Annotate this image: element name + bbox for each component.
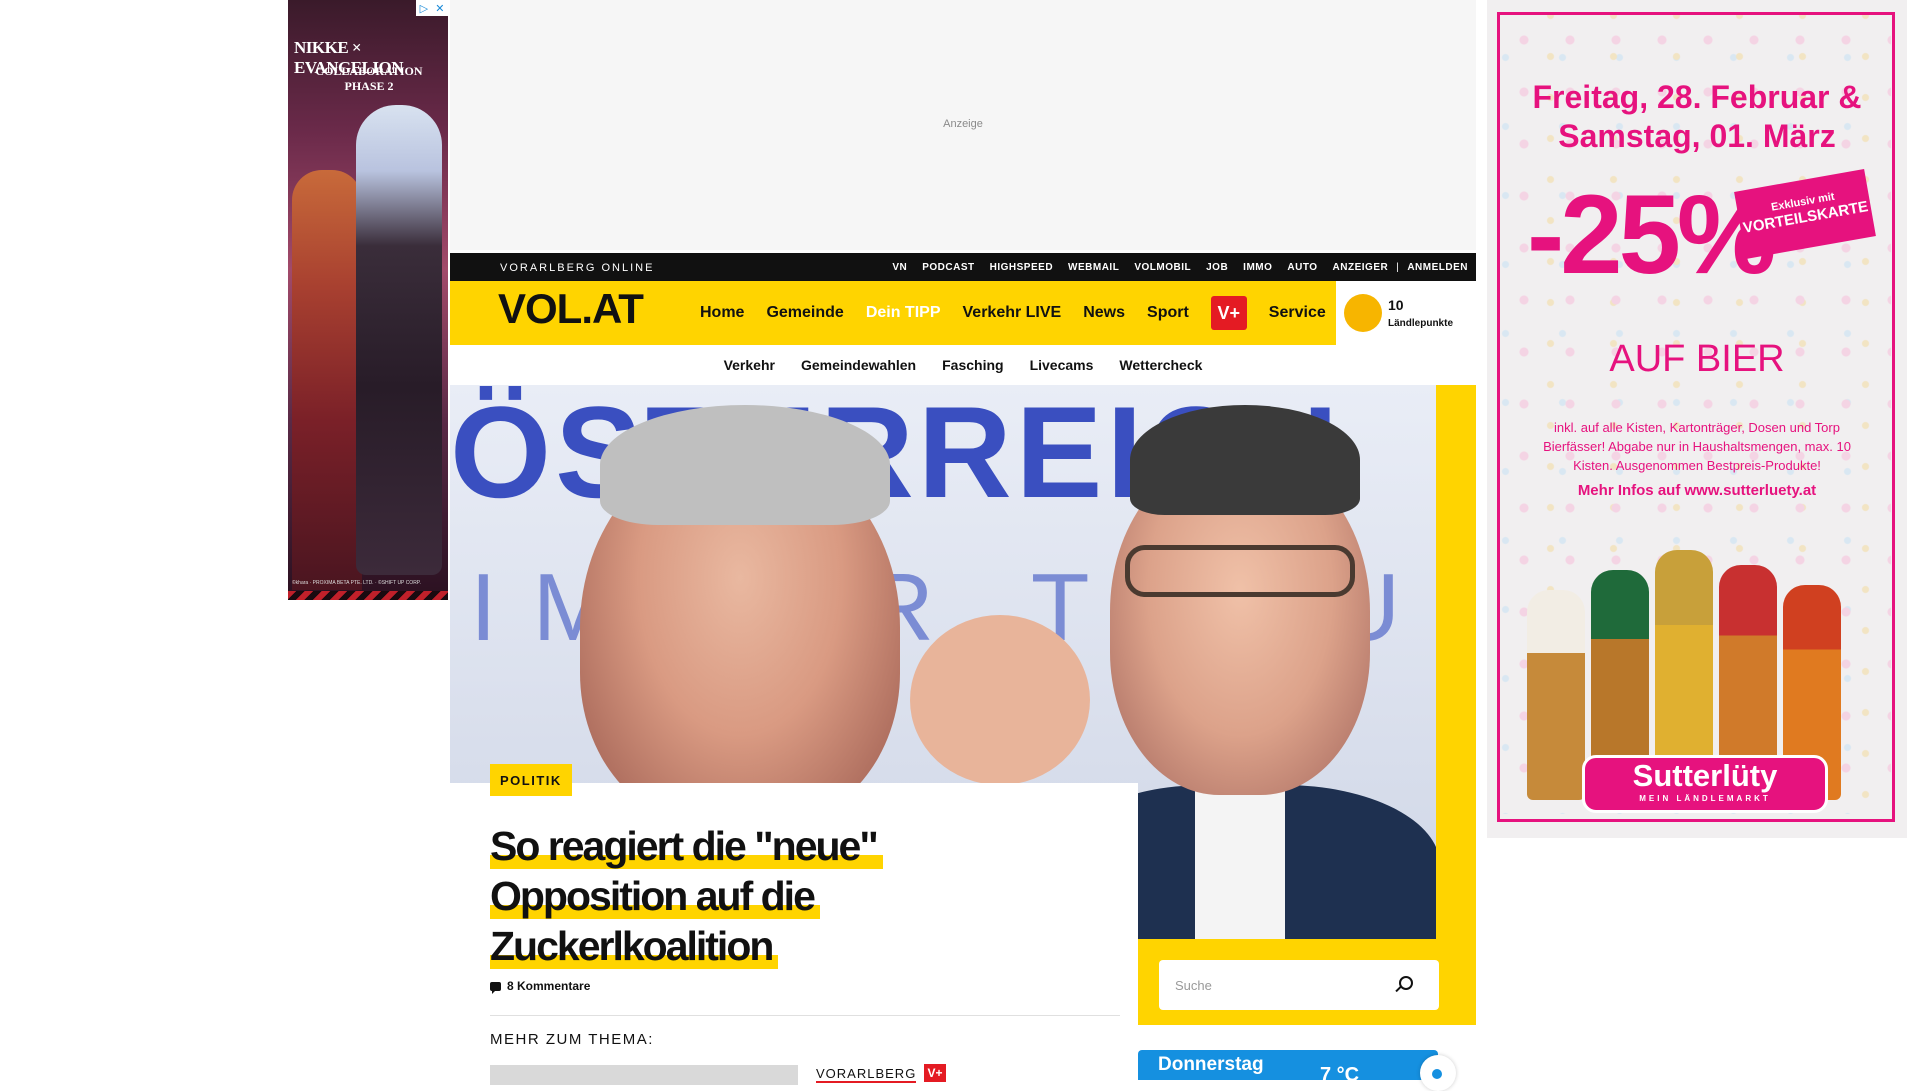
nav-vplus-button[interactable]: V+ bbox=[1210, 296, 1247, 330]
weather-day: Donnerstag bbox=[1158, 1054, 1264, 1075]
ad-discount: -25% bbox=[1527, 172, 1776, 297]
divider bbox=[490, 1015, 1120, 1016]
gesturing-hand bbox=[910, 615, 1090, 785]
link-webmail[interactable]: WEBMAIL bbox=[1068, 262, 1119, 273]
ad-character-left bbox=[292, 170, 362, 590]
brand-name: Sutterlüty bbox=[1632, 758, 1778, 793]
left-skyscraper-ad[interactable]: NIKKE × EVANGELION COLLABORATION PHASE 2… bbox=[288, 0, 448, 600]
related-article-thumbnail[interactable] bbox=[490, 1065, 798, 1085]
headline-line: So reagiert die "neue" bbox=[490, 823, 883, 869]
nav-gemeinde[interactable]: Gemeinde bbox=[766, 304, 843, 322]
subnav-gemeindewahlen[interactable]: Gemeindewahlen bbox=[801, 357, 916, 373]
ad-fine-print: inkl. auf alle Kisten, Kartonträger, Dos… bbox=[1543, 420, 1851, 473]
bottle-1 bbox=[1527, 590, 1585, 800]
weather-location-icon bbox=[1432, 1069, 1442, 1079]
weather-temperature: 7 °C bbox=[1320, 1064, 1360, 1086]
service-links: VN PODCAST HIGHSPEED WEBMAIL VOLMOBIL JO… bbox=[877, 253, 1468, 281]
category-tag[interactable]: POLITIK bbox=[490, 764, 572, 796]
site-name[interactable]: VORARLBERG ONLINE bbox=[500, 262, 654, 274]
link-podcast[interactable]: PODCAST bbox=[922, 262, 974, 273]
main-navbar: VOL.AT Home Gemeinde Dein TIPP Verkehr L… bbox=[450, 281, 1476, 345]
ad-more-info-link[interactable]: Mehr Infos auf www.sutterluety.at bbox=[1487, 482, 1907, 499]
top-ad-slot: Anzeige bbox=[450, 0, 1476, 250]
close-icon[interactable]: ✕ bbox=[435, 2, 444, 15]
points-label: Ländlepunkte bbox=[1388, 318, 1454, 329]
weather-toggle-button[interactable] bbox=[1420, 1055, 1456, 1091]
ad-character-right bbox=[356, 105, 442, 575]
weather-widget[interactable]: Donnerstag 7 °C bbox=[1138, 1050, 1438, 1086]
separator: | bbox=[1396, 261, 1400, 273]
link-job[interactable]: JOB bbox=[1206, 262, 1228, 273]
points-value: 10 bbox=[1388, 297, 1404, 313]
sun-mountain-icon bbox=[1344, 294, 1382, 332]
ad-product: AUF BIER bbox=[1609, 338, 1785, 380]
nav-sport[interactable]: Sport bbox=[1147, 304, 1189, 322]
link-immo[interactable]: IMMO bbox=[1243, 262, 1272, 273]
ad-choices-badge[interactable]: ▷ ✕ bbox=[416, 0, 448, 16]
laendlepunkte-widget[interactable]: 10 Ländlepunkte bbox=[1336, 281, 1476, 345]
site-logo[interactable]: VOL.AT bbox=[498, 285, 644, 333]
headline-line: Opposition auf die bbox=[490, 873, 820, 919]
ad-subtitle: COLLABORATION PHASE 2 bbox=[315, 64, 423, 93]
search-box bbox=[1159, 960, 1439, 1010]
link-anzeiger[interactable]: ANZEIGER bbox=[1333, 262, 1389, 273]
link-volmobil[interactable]: VOLMOBIL bbox=[1134, 262, 1191, 273]
ad-label: Anzeige bbox=[943, 118, 983, 130]
nav-home[interactable]: Home bbox=[700, 304, 744, 322]
subnav-verkehr[interactable]: Verkehr bbox=[724, 357, 775, 373]
main-nav: Home Gemeinde Dein TIPP Verkehr LIVE New… bbox=[700, 281, 1348, 345]
adchoices-icon[interactable]: ▷ bbox=[420, 2, 428, 15]
top-service-bar: VORARLBERG ONLINE VN PODCAST HIGHSPEED W… bbox=[450, 253, 1476, 281]
nav-dein-tipp[interactable]: Dein TIPP bbox=[866, 304, 941, 322]
subnav-livecams[interactable]: Livecams bbox=[1030, 357, 1094, 373]
comments-count: 8 Kommentare bbox=[507, 979, 591, 993]
nav-verkehr-live[interactable]: Verkehr LIVE bbox=[963, 304, 1062, 322]
sub-navbar: Verkehr Gemeindewahlen Fasching Livecams… bbox=[450, 345, 1476, 385]
headline-line: Zuckerlkoalition bbox=[490, 923, 779, 969]
search-icon[interactable] bbox=[1399, 976, 1413, 990]
more-on-topic-heading: MEHR ZUM THEMA: bbox=[490, 1031, 654, 1048]
subnav-wettercheck[interactable]: Wettercheck bbox=[1119, 357, 1202, 373]
article-teaser: POLITIK So reagiert die "neue" Oppositio… bbox=[450, 764, 1138, 1085]
nav-service[interactable]: Service bbox=[1269, 304, 1326, 322]
ad-brand-logo: Sutterlüty MEIN LÄNDLEMARKT bbox=[1582, 755, 1828, 813]
login-link[interactable]: ANMELDEN bbox=[1407, 262, 1468, 273]
link-highspeed[interactable]: HIGHSPEED bbox=[990, 262, 1053, 273]
link-vn[interactable]: VN bbox=[892, 262, 907, 273]
subnav-fasching[interactable]: Fasching bbox=[942, 357, 1003, 373]
person-right-hair bbox=[1130, 405, 1360, 515]
ad-copyright: ©khara · PROXIMA BETA PTE. LTD. · ©SHIFT… bbox=[292, 580, 421, 586]
right-ad-sutterluety[interactable]: Freitag, 28. Februar & Samstag, 01. März… bbox=[1487, 0, 1907, 838]
brand-tagline: MEIN LÄNDLEMARKT bbox=[1639, 794, 1771, 803]
ad-headline: Freitag, 28. Februar & Samstag, 01. März bbox=[1532, 79, 1862, 154]
comment-icon bbox=[490, 981, 501, 994]
person-left-hair bbox=[600, 405, 890, 525]
search-input[interactable] bbox=[1159, 960, 1379, 1010]
person-right-shirt bbox=[1195, 775, 1285, 939]
person-right-glasses bbox=[1125, 545, 1355, 597]
link-auto[interactable]: AUTO bbox=[1287, 262, 1317, 273]
nav-news[interactable]: News bbox=[1083, 304, 1125, 322]
ad-stripe-decoration bbox=[288, 591, 448, 600]
vplus-badge: V+ bbox=[924, 1064, 946, 1082]
comments-link[interactable]: 8 Kommentare bbox=[490, 979, 591, 994]
article-headline[interactable]: So reagiert die "neue" Opposition auf di… bbox=[490, 821, 1010, 971]
related-ressort-label[interactable]: VORARLBERG bbox=[816, 1066, 917, 1083]
